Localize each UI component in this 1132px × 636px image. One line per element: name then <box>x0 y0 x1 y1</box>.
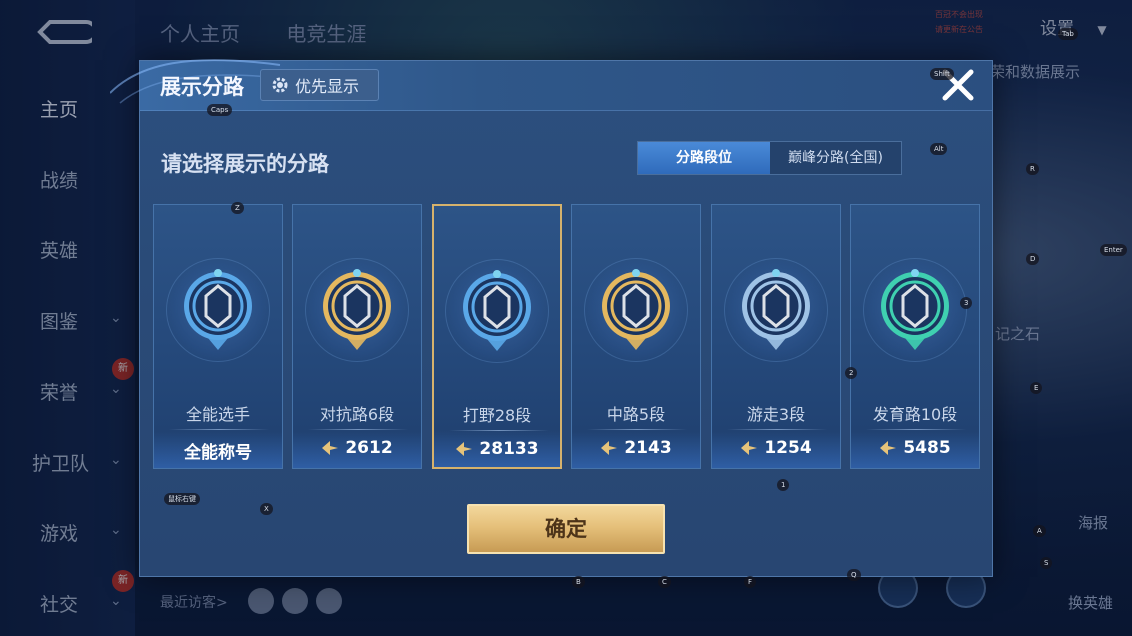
key-hint-badge: Enter <box>1100 244 1127 256</box>
lane-card[interactable]: 全能选手 全能称号 <box>153 204 283 469</box>
card-divider <box>866 429 966 430</box>
all-round-emblem-icon <box>184 269 252 350</box>
lane-card-value-text: 1254 <box>764 438 812 458</box>
lane-card-label: 打野28段 <box>462 406 532 425</box>
lane-card[interactable]: 对抗路6段 2612 <box>292 204 422 469</box>
clash-lane-emblem-icon <box>323 269 391 350</box>
key-hint-badge: Tab <box>1058 28 1078 40</box>
key-hint-badge: Alt <box>930 143 948 155</box>
power-score-icon <box>456 442 473 456</box>
key-hint-badge: Shift <box>930 68 954 80</box>
mid-lane-emblem-icon <box>602 269 670 350</box>
key-hint-badge: Caps <box>207 104 233 116</box>
card-divider <box>727 429 827 430</box>
lane-card-value: 2143 <box>572 438 700 458</box>
confirm-button[interactable]: 确定 <box>467 504 665 554</box>
lane-card-value-text: 2612 <box>345 438 393 458</box>
priority-display-button[interactable]: 优先显示 <box>260 69 379 101</box>
lane-card-value-text: 28133 <box>479 439 539 459</box>
toggle-peak-lane[interactable]: 巅峰分路(全国) <box>770 142 901 174</box>
key-hint-badge: Z <box>231 202 244 214</box>
lane-card-value: 5485 <box>851 438 979 458</box>
lane-card-label: 中路5段 <box>606 405 666 424</box>
power-score-icon <box>322 441 339 455</box>
dialog-title: 展示分路 <box>160 75 244 99</box>
key-hint-badge: F <box>744 576 757 588</box>
lane-card[interactable]: 中路5段 2143 <box>571 204 701 469</box>
lane-card-label: 对抗路6段 <box>319 405 395 424</box>
key-hint-badge: B <box>572 576 585 588</box>
lane-card-label: 全能选手 <box>185 405 250 424</box>
priority-display-label: 优先显示 <box>295 77 360 96</box>
key-hint-badge: C <box>658 576 671 588</box>
lane-card-value-text: 5485 <box>903 438 951 458</box>
key-hint-badge: A <box>1033 525 1046 537</box>
lane-card-value: 2612 <box>293 438 421 458</box>
key-hint-badge: R <box>1026 163 1039 175</box>
power-score-icon <box>601 441 618 455</box>
card-divider <box>587 429 687 430</box>
lane-card-value-text: 全能称号 <box>184 443 252 463</box>
lane-card[interactable]: 游走3段 1254 <box>711 204 841 469</box>
card-divider <box>169 429 269 430</box>
lane-card-value: 全能称号 <box>154 438 282 463</box>
gear-icon <box>272 77 288 93</box>
jungle-emblem-icon <box>463 270 531 351</box>
key-hint-badge: 鼠标右键 <box>164 493 200 505</box>
farm-lane-emblem-icon <box>881 269 949 350</box>
dialog-subtitle: 请选择展示的分路 <box>161 152 329 176</box>
lane-card-label: 游走3段 <box>746 405 806 424</box>
dialog-header: 展示分路 优先显示 <box>110 59 992 111</box>
card-divider <box>308 429 408 430</box>
lane-card-value: 1254 <box>712 438 840 458</box>
toggle-lane-rank[interactable]: 分路段位 <box>638 142 770 174</box>
lane-card[interactable]: 发育路10段 5485 <box>850 204 980 469</box>
lane-display-dialog: 展示分路 优先显示 请选择展示的分路 分路段位 巅峰分路(全国) 全能选手全能称… <box>110 59 993 577</box>
lane-mode-toggle: 分路段位 巅峰分路(全国) <box>637 141 902 175</box>
lane-card-label: 发育路10段 <box>872 405 958 424</box>
lane-card[interactable]: 打野28段 28133 <box>432 204 562 469</box>
lane-card-value: 28133 <box>434 439 560 459</box>
power-score-icon <box>741 441 758 455</box>
key-hint-badge: Q <box>847 569 861 581</box>
key-hint-badge: X <box>260 503 273 515</box>
power-score-icon <box>880 441 897 455</box>
lane-card-value-text: 2143 <box>624 438 672 458</box>
roam-emblem-icon <box>742 269 810 350</box>
